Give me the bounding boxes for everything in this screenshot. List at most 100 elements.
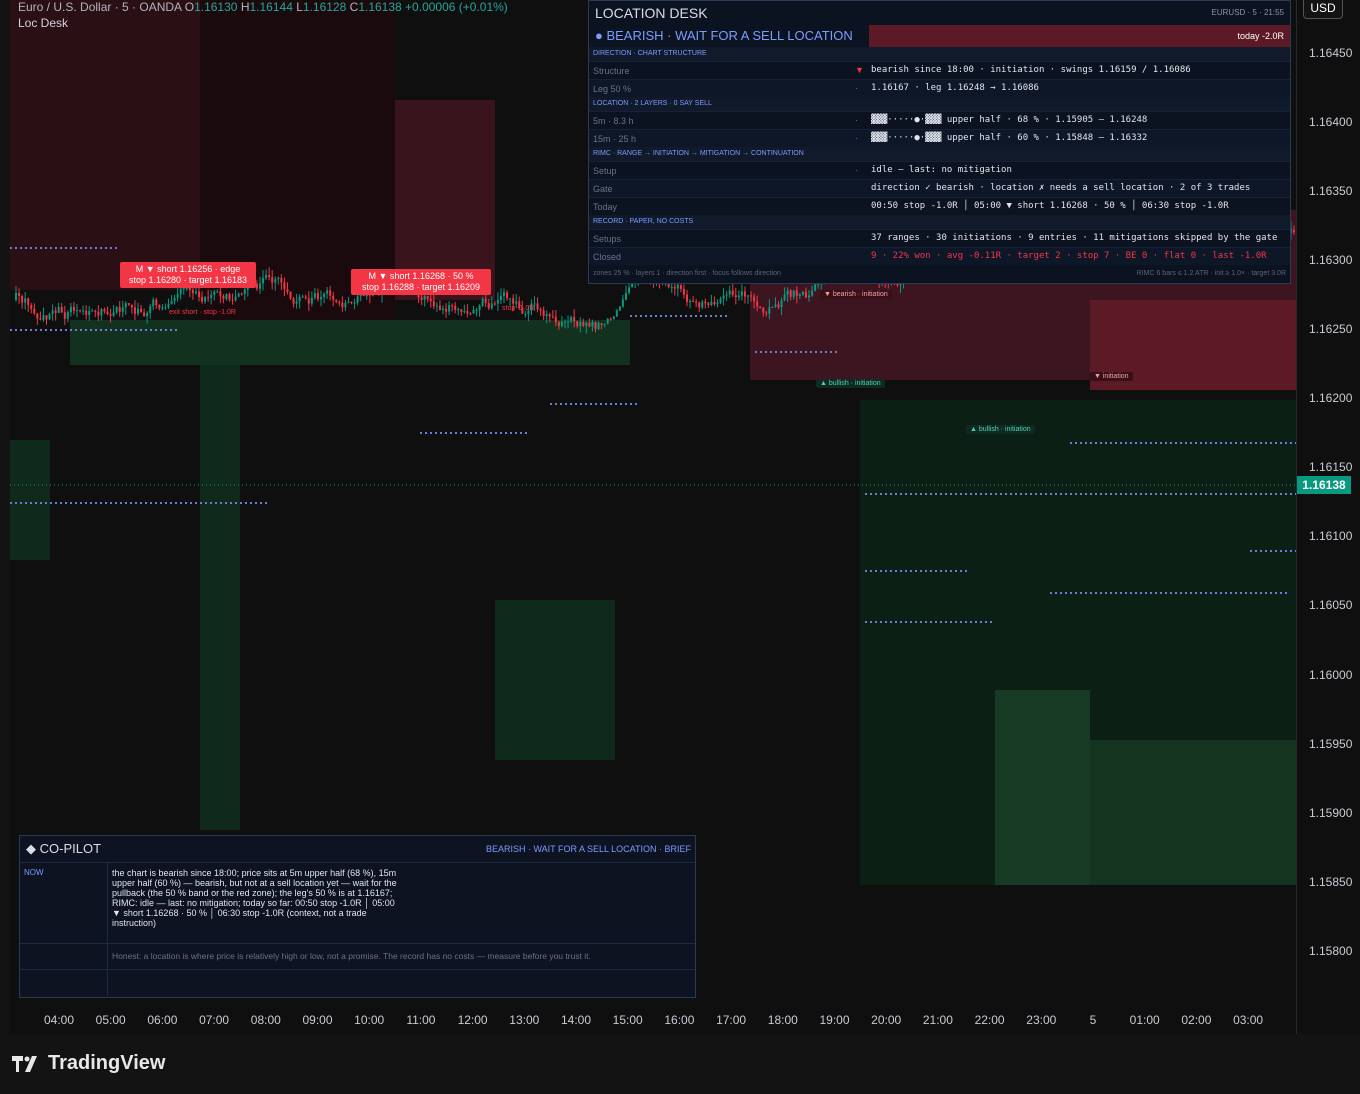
candle-body: [295, 301, 298, 304]
candle-body: [213, 291, 216, 295]
change-value: +0.00006 (+0.01%): [405, 0, 508, 14]
candle-body: [460, 309, 463, 312]
candle-body: [356, 296, 359, 303]
candle-body: [329, 290, 332, 296]
candle-body: [292, 298, 295, 304]
candle-body: [82, 310, 85, 312]
candle-body: [682, 288, 685, 295]
row-15m: 15m · 25 h · ▓▓▓·····●·▓▓▓ upper half · 60…: [589, 129, 1290, 147]
time-tick: 21:00: [922, 1013, 953, 1027]
candle-body: [567, 321, 570, 323]
divider: [20, 943, 695, 944]
candle-body: [118, 307, 121, 312]
row-value: direction ✓ bearish · location ✗ needs a…: [871, 183, 1251, 193]
time-tick: 16:00: [664, 1013, 695, 1027]
candle-body: [753, 296, 756, 302]
candle-body: [594, 322, 597, 329]
candle-body: [298, 296, 301, 302]
candle-body: [51, 310, 54, 314]
candle-body: [143, 312, 146, 317]
section-record: RECORD · PAPER, NO COSTS: [589, 215, 1290, 229]
candle-body: [204, 297, 207, 302]
candle-body: [88, 310, 91, 315]
candle-body: [545, 314, 548, 316]
row-value: 37 ranges · 30 initiations · 9 entries ·…: [871, 233, 1278, 243]
row-value: 1.16167 · leg 1.16248 → 1.16086: [871, 83, 1039, 93]
candle-body: [801, 291, 804, 295]
bull-zone: [995, 690, 1090, 885]
row-key: Leg 50 %: [593, 84, 632, 94]
time-tick: 03:00: [1233, 1013, 1264, 1027]
candle-body: [503, 292, 505, 296]
candle-body: [42, 315, 45, 320]
candle-body: [689, 300, 692, 302]
candle-body: [719, 298, 722, 303]
candle-body: [783, 294, 786, 301]
row-5m: 5m · 8.3 h · ▓▓▓·····●·▓▓▓ upper half · 68…: [589, 111, 1290, 129]
candle-body: [539, 309, 542, 311]
time-tick: 22:00: [974, 1013, 1005, 1027]
candle-body: [60, 306, 63, 313]
low-label: L: [296, 0, 303, 14]
bull-zone: [200, 360, 240, 830]
candle-body: [554, 316, 557, 323]
candle-body: [707, 303, 710, 306]
short-signal-tag-2: M ▼ short 1.16268 · 50 % stop 1.16288 · …: [351, 269, 491, 295]
candle-body: [576, 321, 579, 327]
price-axis[interactable]: 1.16450 1.16400 1.16350 1.16300 1.16250 1.162…: [1296, 0, 1360, 1034]
candle-body: [478, 305, 481, 310]
candle-body: [30, 305, 33, 309]
candle-body: [817, 284, 820, 286]
candle-body: [896, 283, 899, 285]
candle-body: [606, 318, 609, 324]
indicator-name[interactable]: Loc Desk: [18, 16, 68, 30]
tag-line: stop 1.16280 · target 1.16183: [128, 275, 248, 285]
candle-body: [1292, 230, 1295, 233]
candle-body: [332, 295, 335, 300]
candle-body: [347, 301, 350, 303]
candle-body: [725, 294, 728, 296]
candle-body: [570, 317, 573, 322]
tradingview-logo[interactable]: TradingView: [12, 1052, 165, 1075]
candle-body: [737, 295, 740, 298]
candle-body: [686, 294, 688, 302]
candle-body: [127, 303, 130, 305]
close-label: C: [349, 0, 359, 14]
row-dot: ·: [855, 133, 858, 143]
copilot-text: the chart is bearish since 18:00; price …: [112, 868, 397, 928]
candle-body: [216, 291, 219, 293]
candle-body: [804, 291, 807, 298]
candle-body: [109, 314, 112, 316]
time-tick: 23:00: [1026, 1013, 1057, 1027]
candle-body: [628, 287, 631, 293]
candle-body: [438, 305, 441, 311]
symbol-name[interactable]: Euro / U.S. Dollar · 5 · OANDA: [18, 0, 181, 14]
status-box: [869, 25, 1290, 47]
candle-body: [420, 297, 423, 300]
candle-body: [716, 302, 719, 305]
status-text: ● BEARISH · WAIT FOR A SELL LOCATION: [595, 28, 853, 43]
candle-body: [603, 323, 606, 325]
currency-button[interactable]: USD: [1303, 0, 1343, 19]
price-tick: 1.15900: [1309, 806, 1353, 820]
time-axis[interactable]: 04:00 05:00 06:00 07:00 08:00 09:00 10:00 11:00…: [10, 1006, 1296, 1034]
candle-body: [307, 298, 310, 304]
candle-body: [734, 295, 737, 298]
time-tick: 09:00: [302, 1013, 333, 1027]
candle-body: [188, 287, 191, 291]
bull-zone: [1090, 740, 1296, 885]
now-label: NOW: [24, 868, 44, 877]
tradingview-logo-icon: [12, 1055, 37, 1072]
candle-body: [103, 309, 106, 312]
bull-zone: [10, 440, 50, 560]
candle-body: [710, 301, 713, 306]
candle-body: [97, 311, 100, 316]
candle-body: [609, 318, 612, 320]
price-tick: 1.15850: [1309, 875, 1353, 889]
bullish-initiation-label: ▲ bullish · initiation: [816, 379, 885, 388]
candle-body: [560, 321, 563, 326]
candle-body: [304, 296, 307, 299]
time-tick: 13:00: [509, 1013, 540, 1027]
time-tick: 01:00: [1129, 1013, 1160, 1027]
section-direction: DIRECTION · CHART STRUCTURE: [589, 47, 1290, 61]
